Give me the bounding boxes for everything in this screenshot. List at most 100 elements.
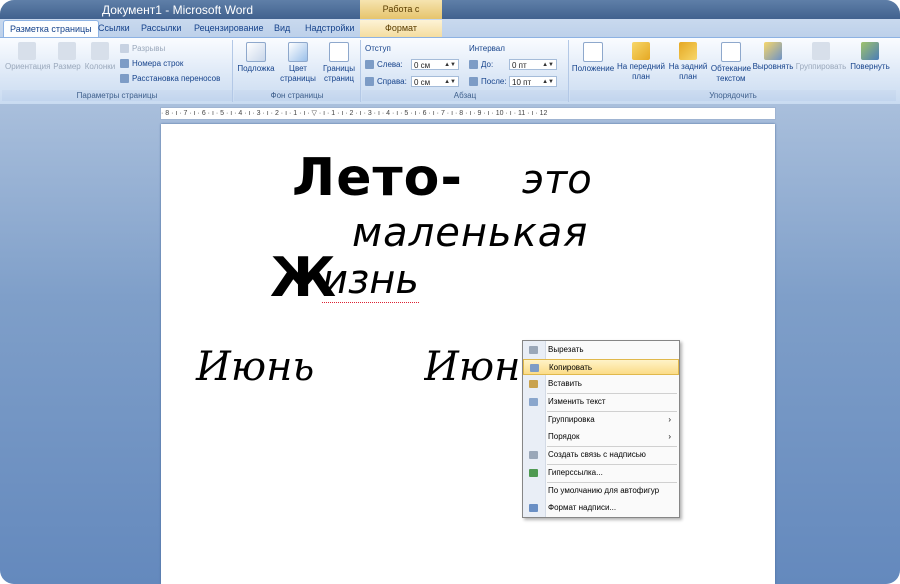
columns-button[interactable]: Колонки [84,42,116,72]
menu-item-cut-label: Вырезать [548,345,584,354]
ribbon-tabs: Разметка страницы Ссылки Рассылки Реценз… [0,19,900,38]
format-icon [529,504,538,512]
position-label: Положение [571,64,615,73]
group-objects-button[interactable]: Группировать [794,42,848,72]
line-numbers-button[interactable]: Номера строк [120,57,183,70]
menu-item-paste-label: Вставить [548,379,582,388]
size-button[interactable]: Размер [52,42,82,72]
menu-item-format-textbox[interactable]: Формат надписи... [523,500,679,516]
breaks-icon [120,44,129,54]
position-button[interactable]: Положение [570,42,616,74]
menu-item-edit-text-label: Изменить текст [548,397,606,406]
spacing-before-input[interactable]: 0 пт ▲▼ [509,59,557,71]
align-button[interactable]: Выровнять [752,42,794,72]
word-window: Документ1 - Microsoft Word Работа с надп… [0,0,900,584]
spinner-icon[interactable]: ▲▼ [542,60,554,71]
wordart-malenkaya[interactable]: маленькая [352,210,588,256]
indent-left-value: 0 см [414,61,431,71]
tab-mailings[interactable]: Рассылки [135,20,187,37]
spacing-after-input[interactable]: 10 пт ▲▼ [509,76,557,88]
wordart-izn[interactable]: изнь [322,258,419,303]
spacing-after-icon [469,77,478,87]
spinner-icon[interactable]: ▲▼ [542,77,554,88]
group-label-page-background: Фон страницы [234,90,360,101]
menu-item-order-label: Порядок [548,432,580,441]
wordart-eto[interactable]: это [522,157,592,203]
indent-left-input[interactable]: 0 см ▲▼ [411,59,459,71]
breaks-button[interactable]: Разрывы [120,42,165,55]
menu-item-set-default[interactable]: По умолчанию для автофигур [523,483,679,499]
tab-references[interactable]: Ссылки [92,20,136,37]
tab-format[interactable]: Формат [360,20,442,37]
paste-icon [529,380,538,388]
bring-to-front-button[interactable]: На передний план [616,42,666,82]
hyphenation-button[interactable]: Расстановка переносов [120,72,220,85]
tab-addins[interactable]: Надстройки [299,20,360,37]
indent-right-input[interactable]: 0 см ▲▼ [411,76,459,88]
send-to-back-label-2: план [679,72,697,81]
spacing-heading: Интервал [469,44,505,53]
context-tab-title: Работа с надписями [360,0,442,33]
menu-item-copy-label: Копировать [549,363,593,372]
menu-item-create-link[interactable]: Создать связь с надписью [523,447,679,463]
bring-to-front-label-1: На передний [617,62,665,71]
wordart-leto[interactable]: Лето- [292,148,463,208]
page-borders-button[interactable]: Границы страниц [320,42,358,84]
text-wrap-label-1: Обтекание [710,64,752,73]
rotate-icon [861,42,879,60]
context-menu: Вырезать Копировать Вставить Изменить те… [522,340,680,518]
menu-item-paste[interactable]: Вставить [523,376,679,392]
tab-page-layout[interactable]: Разметка страницы [3,20,99,37]
ribbon: Ориентация Размер Колонки Разрывы Номера… [0,37,900,105]
indent-right-icon [365,77,374,87]
indent-right: Справа: 0 см ▲▼ [365,75,459,88]
watermark-icon [246,42,266,62]
ruler-ticks: · 8 · ı · 7 · ı · 6 · ı · 5 · ı · 4 · ı … [161,110,548,117]
columns-icon [91,42,109,60]
orientation-icon [18,42,36,60]
indent-right-value: 0 см [414,78,431,88]
indent-heading: Отступ [365,44,391,53]
tab-view[interactable]: Вид [268,20,296,37]
chevron-right-icon: › [668,415,671,424]
menu-item-edit-text[interactable]: Изменить текст [523,394,679,410]
position-icon [583,42,603,62]
menu-item-hyperlink-label: Гиперссылка... [548,468,603,477]
script-text-june-1[interactable]: Июнь [196,344,314,390]
size-label: Размер [53,62,81,71]
columns-label: Колонки [84,62,116,71]
indent-left-label: Слева: [377,60,403,69]
menu-item-format-textbox-label: Формат надписи... [548,503,617,512]
horizontal-ruler[interactable]: · 8 · ı · 7 · ı · 6 · ı · 5 · ı · 4 · ı … [160,107,776,120]
align-icon [764,42,782,60]
spinner-icon[interactable]: ▲▼ [444,60,456,71]
menu-item-order[interactable]: Порядок › [523,429,679,445]
text-wrap-button[interactable]: Обтекание текстом [710,42,752,84]
align-label: Выровнять [752,62,794,71]
edit-text-icon [529,398,538,406]
group-label-page-setup: Параметры страницы [2,90,232,101]
watermark-button[interactable]: Подложка [236,42,276,74]
scissors-icon [529,346,538,354]
rotate-button[interactable]: Повернуть [848,42,892,72]
spacing-before-value: 0 пт [512,61,527,71]
script-text-june-2[interactable]: Июнь [424,344,524,390]
page-borders-icon [329,42,349,62]
spinner-icon[interactable]: ▲▼ [444,77,456,88]
tab-review[interactable]: Рецензирование [188,20,270,37]
indent-right-label: Справа: [377,77,407,86]
menu-item-grouping[interactable]: Группировка › [523,412,679,428]
watermark-label: Подложка [237,64,275,73]
menu-item-cut[interactable]: Вырезать [523,342,679,358]
size-icon [58,42,76,60]
send-to-back-icon [679,42,697,60]
page-color-button[interactable]: Цвет страницы [278,42,318,84]
spacing-after-label: После: [481,77,507,86]
copy-icon [530,364,539,372]
menu-item-hyperlink[interactable]: Гиперссылка... [523,465,679,481]
orientation-button[interactable]: Ориентация [5,42,50,72]
indent-left-icon [365,60,374,70]
menu-item-copy[interactable]: Копировать [523,359,679,375]
send-to-back-button[interactable]: На задний план [666,42,710,82]
spacing-before-icon [469,60,478,70]
